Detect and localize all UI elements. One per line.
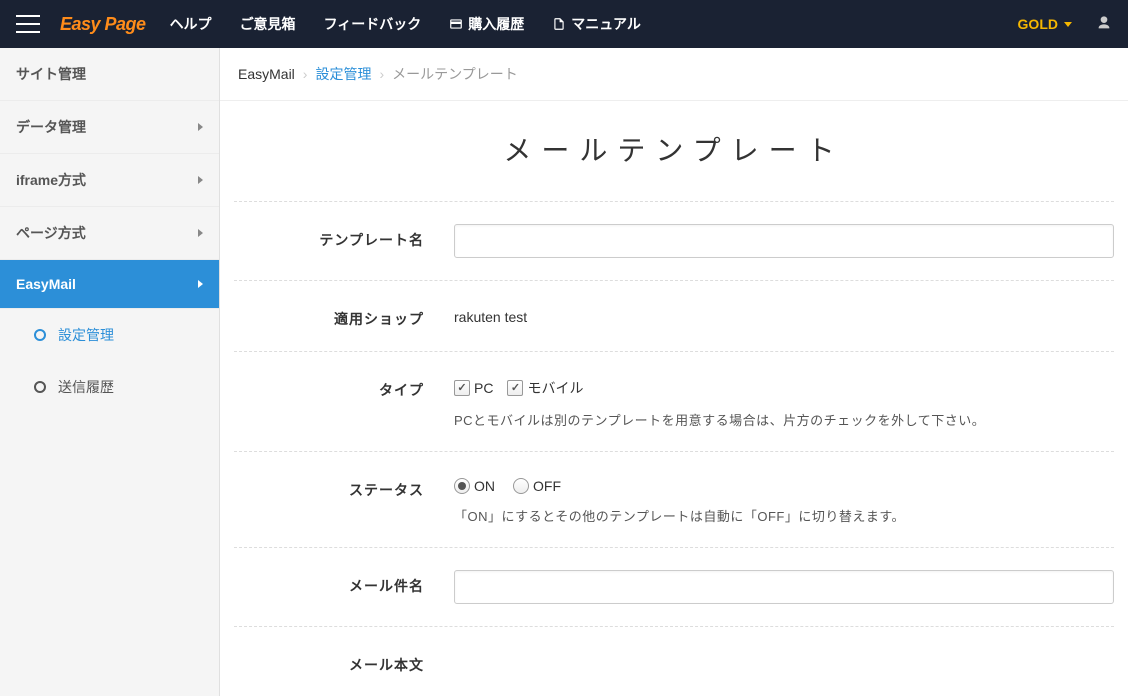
page-title: メールテンプレート [220, 101, 1128, 201]
template-form: テンプレート名 適用ショップ rakuten test タイプ PC [220, 201, 1128, 696]
app-logo[interactable]: Easy Page [60, 14, 146, 35]
sidebar: サイト管理 データ管理 iframe方式 ページ方式 EasyMail 設定管理… [0, 48, 220, 696]
checkbox-mobile[interactable] [507, 380, 523, 396]
top-navigation: ヘルプ ご意見箱 フィードバック 購入履歴 マニュアル [170, 14, 641, 34]
breadcrumb-section[interactable]: 設定管理 [315, 64, 371, 84]
status-help-text: 「ON」にするとその他のテンプレートは自動に「OFF」に切り替えます。 [454, 506, 1114, 525]
nav-manual[interactable]: マニュアル [552, 14, 641, 34]
circle-icon [34, 329, 46, 341]
main-content: EasyMail › 設定管理 › メールテンプレート メールテンプレート テン… [220, 48, 1128, 696]
nav-feedback[interactable]: フィードバック [324, 14, 422, 34]
sidebar-item-label: データ管理 [16, 117, 86, 137]
account-dropdown[interactable]: GOLD [1018, 16, 1072, 32]
sidebar-item-label: EasyMail [16, 276, 76, 292]
breadcrumb-separator-icon: › [379, 66, 384, 82]
user-menu[interactable] [1096, 15, 1112, 34]
nav-feedback-box[interactable]: ご意見箱 [240, 14, 296, 34]
label-shop: 適用ショップ [234, 303, 454, 329]
row-shop: 適用ショップ rakuten test [234, 280, 1114, 351]
row-type: タイプ PC モバイル PCとモバイルは別のテンプレートを用意する場合は、片方の… [234, 351, 1114, 451]
radio-on-label: ON [474, 478, 495, 494]
document-icon [552, 17, 566, 31]
row-subject: メール件名 [234, 547, 1114, 626]
radio-off-label: OFF [533, 478, 561, 494]
user-icon [1096, 15, 1112, 31]
sidebar-sub-settings[interactable]: 設定管理 [0, 309, 219, 361]
breadcrumb-current: メールテンプレート [392, 64, 518, 84]
radio-status-off[interactable]: OFF [513, 478, 561, 494]
template-name-input[interactable] [454, 224, 1114, 258]
row-template-name: テンプレート名 [234, 201, 1114, 280]
circle-icon [34, 381, 46, 393]
sidebar-sub-send-history[interactable]: 送信履歴 [0, 361, 219, 413]
label-body: メール本文 [234, 649, 454, 675]
sidebar-sub-label: 送信履歴 [58, 377, 114, 397]
checkbox-pc-label: PC [474, 380, 493, 396]
sidebar-item-label: サイト管理 [16, 64, 86, 84]
type-help-text: PCとモバイルは別のテンプレートを用意する場合は、片方のチェックを外して下さい。 [454, 410, 1114, 429]
chevron-right-icon [198, 280, 203, 288]
label-type: タイプ [234, 374, 454, 429]
subject-input[interactable] [454, 570, 1114, 604]
nav-help[interactable]: ヘルプ [170, 14, 212, 34]
radio-icon [454, 478, 470, 494]
sidebar-item-label: ページ方式 [16, 223, 86, 243]
hamburger-menu-icon[interactable] [16, 15, 40, 33]
nav-purchase-history[interactable]: 購入履歴 [449, 14, 524, 34]
account-label: GOLD [1018, 16, 1058, 32]
breadcrumb-separator-icon: › [303, 66, 308, 82]
row-body: メール本文 [234, 626, 1114, 696]
chevron-down-icon [1064, 22, 1072, 27]
row-status: ステータス ON OFF 「ON」にするとその他のテンプレートは自動に「OFF」… [234, 451, 1114, 547]
checkbox-pc[interactable] [454, 380, 470, 396]
label-status: ステータス [234, 474, 454, 525]
nav-manual-label: マニュアル [571, 14, 641, 34]
chevron-right-icon [198, 176, 203, 184]
sidebar-item-site-admin[interactable]: サイト管理 [0, 48, 219, 101]
label-subject: メール件名 [234, 570, 454, 604]
breadcrumb-root[interactable]: EasyMail [238, 66, 295, 82]
chevron-right-icon [198, 123, 203, 131]
label-template-name: テンプレート名 [234, 224, 454, 258]
radio-status-on[interactable]: ON [454, 478, 495, 494]
sidebar-item-iframe-mode[interactable]: iframe方式 [0, 154, 219, 207]
sidebar-sub-label: 設定管理 [58, 325, 114, 345]
sidebar-item-data-admin[interactable]: データ管理 [0, 101, 219, 154]
topbar: Easy Page ヘルプ ご意見箱 フィードバック 購入履歴 マニュアル GO… [0, 0, 1128, 48]
chevron-right-icon [198, 229, 203, 237]
sidebar-item-easymail[interactable]: EasyMail [0, 260, 219, 309]
nav-purchase-history-label: 購入履歴 [468, 14, 524, 34]
shop-value: rakuten test [454, 303, 1114, 325]
checkbox-mobile-label: モバイル [527, 378, 583, 398]
card-icon [449, 17, 463, 31]
sidebar-item-page-mode[interactable]: ページ方式 [0, 207, 219, 260]
radio-icon [513, 478, 529, 494]
breadcrumb: EasyMail › 設定管理 › メールテンプレート [220, 48, 1128, 101]
sidebar-item-label: iframe方式 [16, 170, 86, 190]
